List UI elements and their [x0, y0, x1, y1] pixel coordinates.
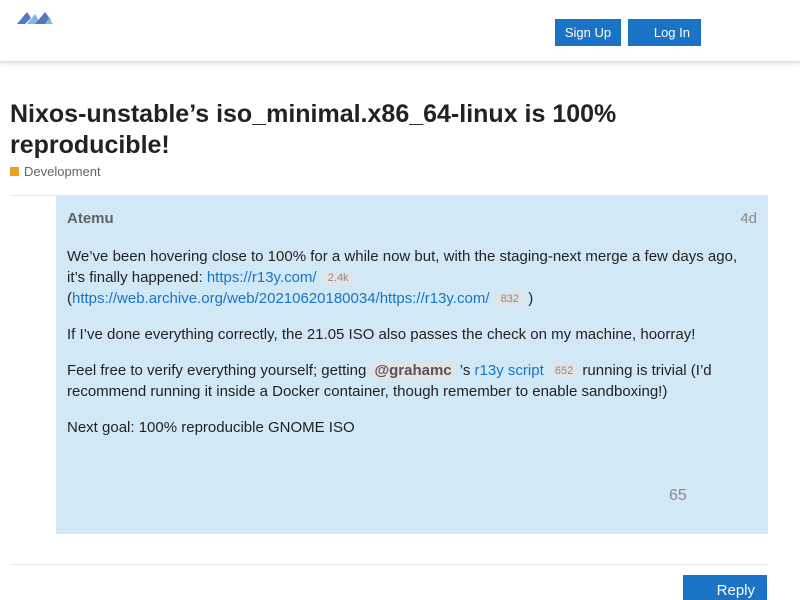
post: Atemu 4d We’ve been hovering close to 10…	[56, 196, 768, 534]
category-color-swatch	[10, 166, 19, 176]
post-author[interactable]: Atemu	[67, 210, 114, 227]
reply-button[interactable]: Reply	[683, 575, 767, 600]
post-text: We’ve been hovering close to 100% for a …	[67, 248, 738, 286]
post-paragraph: Next goal: 100% reproducible GNOME ISO	[67, 419, 355, 436]
site-logo[interactable]	[15, 10, 55, 26]
category-label: Development	[24, 163, 101, 179]
category-badge[interactable]: Development	[10, 163, 101, 179]
divider	[10, 564, 768, 565]
post-paragraph: Feel free to verify everything yourself;…	[67, 360, 757, 402]
post-text: ’s	[455, 362, 475, 379]
r13y-script-link[interactable]: r13y script	[475, 362, 544, 379]
post-date[interactable]: 4d	[740, 210, 757, 227]
post-paragraph: We’ve been hovering close to 100% for a …	[67, 246, 757, 309]
post-body: We’ve been hovering close to 100% for a …	[67, 246, 757, 453]
link-click-count: 832	[495, 292, 525, 306]
link-click-count: 652	[549, 364, 579, 378]
post-paragraph: If I’ve done everything correctly, the 2…	[67, 326, 696, 343]
link-click-count: 2.4k	[322, 271, 354, 285]
paren-close: )	[528, 290, 534, 307]
like-count[interactable]: 65	[669, 487, 687, 505]
post-text: Feel free to verify everything yourself;…	[67, 362, 371, 379]
archive-link[interactable]: https://web.archive.org/web/202106201800…	[72, 290, 489, 307]
login-button[interactable]: Log In	[628, 19, 701, 46]
r13y-link[interactable]: https://r13y.com/	[207, 269, 317, 286]
topic-title[interactable]: Nixos-unstable’s iso_minimal.x86_64-linu…	[10, 99, 770, 161]
user-mention[interactable]: @grahamc	[370, 361, 456, 380]
site-header: Sign Up Log In	[0, 0, 800, 62]
signup-button[interactable]: Sign Up	[555, 19, 621, 46]
